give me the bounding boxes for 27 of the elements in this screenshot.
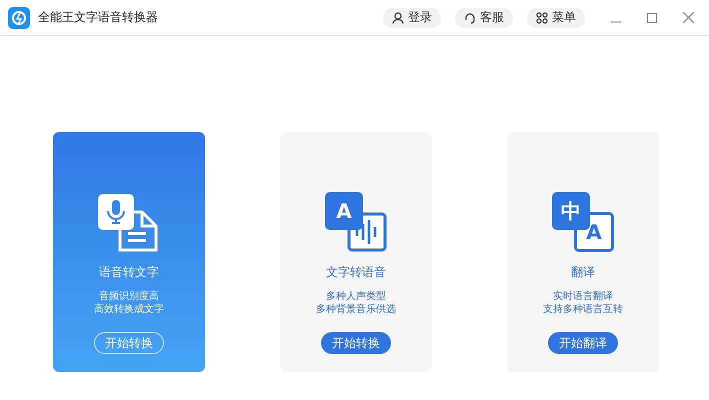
grid-icon: [536, 12, 548, 24]
feature-card[interactable]: A 中 翻译 实时语言翻译 支持多种语言互转 开始翻译: [507, 132, 659, 372]
start-button[interactable]: 开始翻译: [548, 332, 618, 354]
letter-icon: A: [325, 192, 363, 230]
card-title: 语音转文字: [99, 264, 159, 281]
feature-card[interactable]: 语音转文字 音频识别度高 高效转换成文字 开始转换: [53, 132, 205, 372]
card-description: 音频识别度高: [99, 290, 159, 303]
card-title: 文字转语音: [326, 264, 386, 281]
close-icon[interactable]: [682, 12, 694, 23]
start-button[interactable]: 开始转换: [321, 332, 391, 354]
login-button[interactable]: 登录: [383, 8, 441, 28]
window-title: 全能王文字语音转换器: [38, 9, 159, 26]
support-button[interactable]: 客服: [455, 8, 513, 28]
app-logo-icon: [8, 6, 30, 28]
headset-icon: [464, 12, 476, 24]
start-button[interactable]: 开始转换: [94, 332, 164, 354]
chinese-character-icon: 中: [552, 192, 590, 230]
user-icon: [392, 12, 404, 24]
maximize-icon[interactable]: [647, 12, 657, 22]
card-description: 支持多种语言互转: [543, 303, 623, 316]
card-title: 翻译: [571, 264, 595, 281]
card-description: 多种人声类型: [326, 290, 386, 303]
menu-button[interactable]: 菜单: [527, 8, 585, 28]
card-description: 实时语言翻译: [553, 290, 613, 303]
card-description: 多种背景音乐供选: [316, 303, 396, 316]
feature-card[interactable]: A 文字转语音 多种人声类型 多种背景音乐供选 开始转换: [280, 132, 432, 372]
card-description: 高效转换成文字: [94, 303, 164, 316]
